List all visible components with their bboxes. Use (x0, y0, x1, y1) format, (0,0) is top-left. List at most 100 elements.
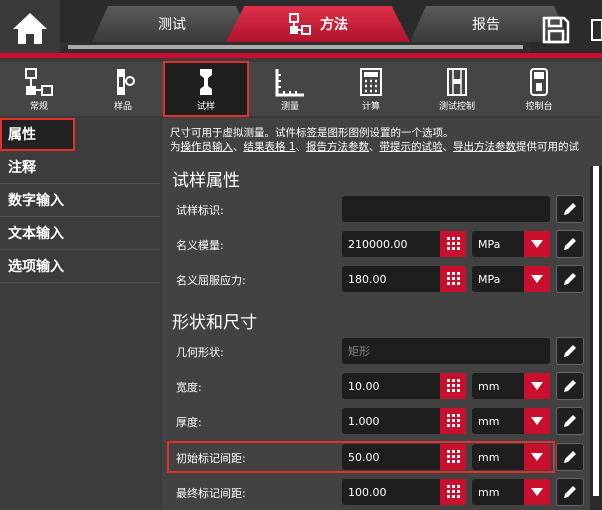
sidebar-item-label: 注释 (8, 160, 36, 176)
description-line-1: 尺寸可用于虚拟测量。试件标签是图形图例设置的一个选项。 (170, 127, 454, 139)
sidebar-item-text-input[interactable]: 文本输入 (0, 217, 160, 250)
main-panel: 尺寸可用于虚拟测量。试件标签是图形图例设置的一个选项。 为操作员输入、结果表格 … (162, 118, 602, 510)
sample-icon (117, 69, 135, 95)
chevron-down-icon[interactable] (524, 266, 550, 292)
edit-button[interactable] (556, 265, 584, 293)
toolbar-sample[interactable]: 样品 (94, 62, 152, 116)
method-icon (289, 13, 311, 35)
toolbar-measure-label: 测量 (280, 102, 299, 112)
link-export-method-params[interactable]: 导出方法参数 (453, 141, 516, 153)
keypad-button[interactable] (440, 479, 466, 505)
sidebar-item-label: 属性 (8, 127, 36, 143)
pencil-icon (564, 273, 576, 285)
sidebar-item-notes[interactable]: 注释 (0, 151, 160, 184)
edit-button[interactable] (556, 337, 584, 365)
general-icon (25, 68, 53, 96)
keypad-button[interactable] (440, 373, 466, 399)
chevron-down-icon[interactable] (524, 444, 550, 470)
more-icon[interactable] (590, 14, 602, 46)
field-label: 最终标记间距: (176, 487, 246, 500)
link-operator-input[interactable]: 操作员输入 (181, 141, 234, 153)
toolbar-sample-label: 样品 (113, 102, 132, 112)
calculator-icon (360, 68, 382, 96)
tab-method-label: 方法 (320, 17, 348, 33)
toolbar-calculate-label: 计算 (361, 102, 380, 112)
toolbar-test-control[interactable]: 测试控制 (426, 62, 488, 116)
pencil-icon (564, 380, 576, 392)
sidebar-item-numeric-input[interactable]: 数字输入 (0, 184, 160, 217)
chevron-down-icon[interactable] (524, 479, 550, 505)
pencil-icon (564, 345, 576, 357)
method-toolbar: 常规 样品 试样 测量 计算 测试控制 控制台 (0, 61, 602, 117)
edit-button[interactable] (556, 443, 584, 471)
specimen-id-input[interactable] (342, 196, 550, 222)
toolbar-measure[interactable]: 测量 (262, 62, 318, 116)
row-geometry: 几何形状: 矩形 (168, 336, 590, 366)
link-prompted-test[interactable]: 带提示的试验 (380, 141, 443, 153)
test-control-icon (447, 68, 467, 96)
field-label: 初始标记间距: (176, 452, 246, 465)
console-icon (530, 68, 548, 96)
keypad-button[interactable] (440, 444, 466, 470)
tab-test[interactable]: 测试 (92, 6, 252, 42)
save-button[interactable] (540, 14, 572, 46)
home-icon (13, 13, 47, 44)
geometry-field: 矩形 (342, 338, 550, 364)
row-width: 宽度: 10.00 mm (168, 371, 590, 401)
toolbar-console[interactable]: 控制台 (514, 62, 564, 116)
tab-scrollbar[interactable] (60, 42, 530, 52)
sidebar-item-properties[interactable]: 属性 (0, 118, 75, 151)
unit-select[interactable]: mm (472, 479, 550, 505)
keypad-icon (447, 379, 460, 392)
tab-method[interactable]: 方法 (226, 6, 410, 42)
edit-button[interactable] (556, 372, 584, 400)
link-results-table[interactable]: 结果表格 1 (244, 141, 296, 153)
pencil-icon (564, 486, 576, 498)
pencil-icon (564, 238, 576, 250)
section-specimen-properties: 试样属性 (172, 171, 240, 191)
unit-select[interactable]: mm (472, 408, 550, 434)
pencil-icon (564, 203, 576, 215)
chevron-down-icon[interactable] (524, 231, 550, 257)
sidebar-item-option-input[interactable]: 选项输入 (0, 250, 160, 283)
field-label: 名义模量: (176, 239, 224, 252)
row-initial-gauge-length: 初始标记间距: 50.00 mm (167, 441, 584, 473)
save-icon (542, 16, 570, 44)
row-specimen-id: 试样标识: (168, 194, 590, 224)
field-label: 试样标识: (176, 204, 224, 217)
sidebar-item-label: 数字输入 (8, 193, 64, 209)
home-button[interactable] (0, 0, 60, 56)
vertical-scrollbar[interactable] (590, 166, 602, 510)
keypad-button[interactable] (440, 408, 466, 434)
unit-select[interactable]: MPa (472, 231, 550, 257)
toolbar-specimen[interactable]: 试样 (163, 61, 249, 117)
field-label: 几何形状: (176, 346, 224, 359)
toolbar-specimen-label: 试样 (196, 102, 215, 112)
unit-select[interactable]: mm (472, 444, 550, 470)
field-label: 厚度: (176, 416, 202, 429)
toolbar-general[interactable]: 常规 (10, 62, 68, 116)
tab-report-label: 报告 (472, 17, 500, 33)
specimen-icon (200, 69, 212, 95)
unit-select[interactable]: MPa (472, 266, 550, 292)
top-bar: 测试 报告 方法 (0, 0, 602, 58)
tab-test-label: 测试 (158, 17, 186, 33)
edit-button[interactable] (556, 407, 584, 435)
sidebar-item-label: 选项输入 (8, 259, 64, 275)
chevron-down-icon[interactable] (524, 408, 550, 434)
link-report-method-params[interactable]: 报告方法参数 (306, 141, 369, 153)
toolbar-calculate[interactable]: 计算 (346, 62, 396, 116)
keypad-button[interactable] (440, 231, 466, 257)
edit-button[interactable] (556, 230, 584, 258)
toolbar-test-control-label: 测试控制 (438, 102, 475, 112)
sidebar: 属性 注释 数字输入 文本输入 选项输入 (0, 118, 160, 510)
unit-select[interactable]: mm (472, 373, 550, 399)
row-nominal-modulus: 名义模量: 210000.00 MPa (168, 229, 590, 259)
keypad-button[interactable] (440, 266, 466, 292)
section-shape-dimensions: 形状和尺寸 (172, 313, 257, 333)
header-divider (0, 53, 602, 58)
pencil-icon (564, 415, 576, 427)
chevron-down-icon[interactable] (524, 373, 550, 399)
edit-button[interactable] (556, 478, 584, 506)
edit-button[interactable] (556, 195, 584, 223)
